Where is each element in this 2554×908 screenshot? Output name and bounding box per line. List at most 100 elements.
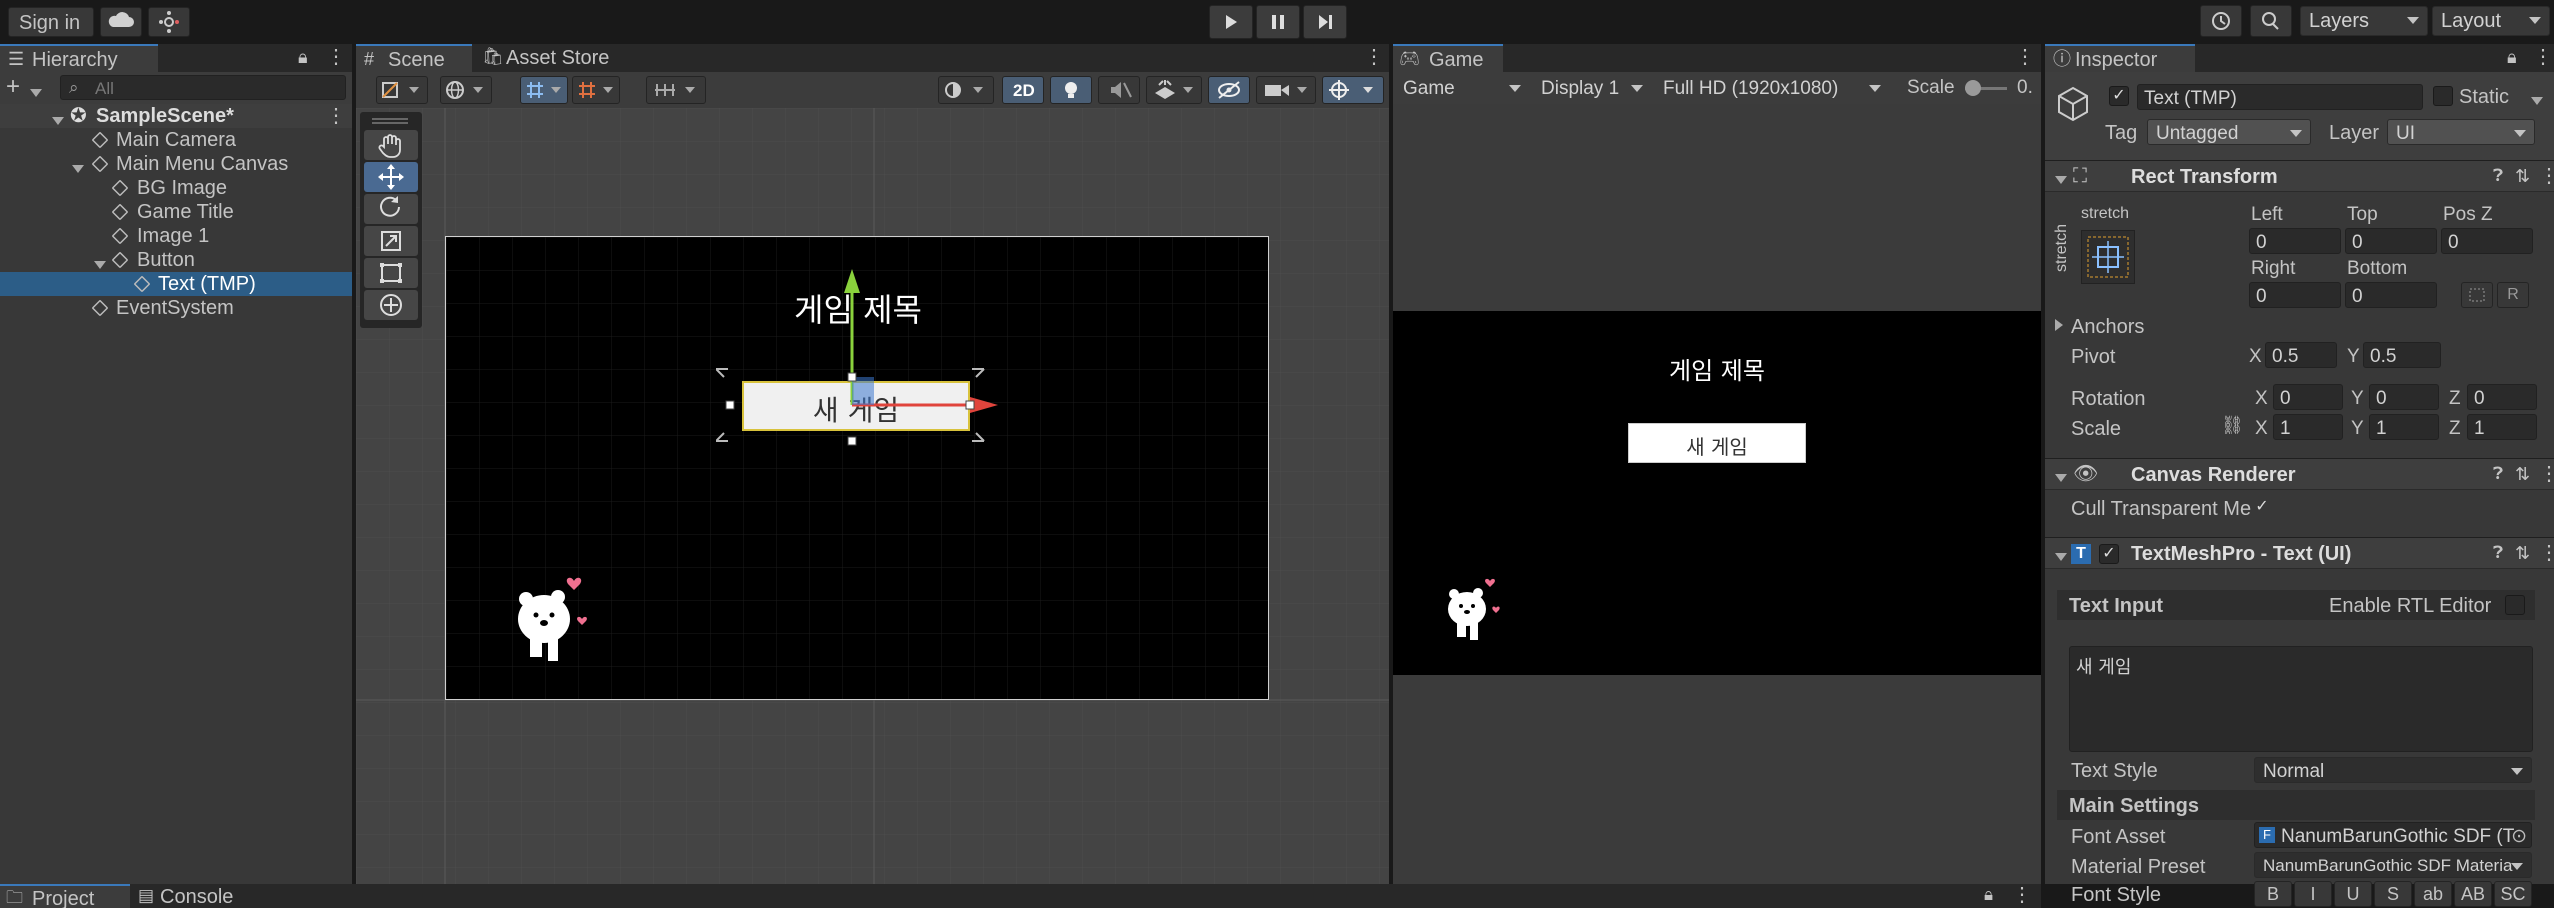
pivot-y-field[interactable]: 0.5 bbox=[2363, 342, 2441, 368]
display-dropdown[interactable]: Display 1 bbox=[1533, 75, 1651, 101]
bold-button[interactable]: B bbox=[2254, 881, 2292, 907]
scale-z-field[interactable]: 1 bbox=[2467, 414, 2537, 440]
help-icon[interactable]: ❓︎ bbox=[2493, 167, 2503, 184]
presets-icon[interactable]: ⇅ bbox=[2515, 167, 2530, 185]
left-field[interactable]: 0 bbox=[2249, 228, 2341, 254]
game-mode-dropdown[interactable]: Game bbox=[1395, 75, 1529, 101]
static-dropdown-arrow[interactable] bbox=[2531, 92, 2543, 110]
more-menu-icon[interactable]: ⋮ bbox=[1364, 47, 1384, 67]
rotate-tool-icon[interactable] bbox=[364, 194, 418, 224]
rotation-z-field[interactable]: 0 bbox=[2467, 384, 2537, 410]
move-gizmo[interactable] bbox=[716, 265, 1006, 475]
hidden-objects-icon[interactable] bbox=[1208, 76, 1250, 104]
add-icon[interactable]: + bbox=[6, 75, 20, 99]
game-render[interactable]: 게임 제목 새 게임 bbox=[1393, 311, 2041, 675]
scale-tool-icon[interactable] bbox=[364, 226, 418, 256]
collapse-arrow-icon[interactable] bbox=[2055, 469, 2067, 487]
lock-icon[interactable]: 🔒︎ bbox=[2507, 48, 2517, 66]
tab-game[interactable]: 🎮︎ Game bbox=[1393, 44, 1503, 72]
sign-in-button[interactable]: Sign in bbox=[8, 7, 94, 37]
rect-transform-header[interactable]: ⛶ Rect Transform ❓︎ ⇅ ⋮ bbox=[2045, 160, 2554, 192]
bear-mascot-image[interactable] bbox=[510, 573, 600, 669]
add-dropdown-icon[interactable] bbox=[30, 84, 42, 102]
pause-button[interactable] bbox=[1256, 5, 1300, 39]
static-checkbox[interactable] bbox=[2433, 86, 2453, 106]
history-icon[interactable] bbox=[2200, 5, 2242, 37]
tree-row-game-title[interactable]: Game Title bbox=[0, 200, 352, 224]
active-checkbox[interactable]: ✓ bbox=[2109, 86, 2129, 106]
collapse-arrow-icon[interactable] bbox=[2055, 548, 2067, 566]
step-button[interactable] bbox=[1303, 5, 1347, 39]
shading-icon[interactable] bbox=[938, 76, 994, 104]
right-field[interactable]: 0 bbox=[2249, 282, 2341, 308]
tag-dropdown[interactable]: Untagged bbox=[2147, 119, 2311, 145]
tree-row-main-camera[interactable]: Main Camera bbox=[0, 128, 352, 152]
expand-arrow-icon[interactable] bbox=[2055, 318, 2063, 336]
scene-canvas[interactable]: 게임 제목 새 게임 bbox=[445, 236, 1269, 700]
hierarchy-search-input[interactable]: ⌕ All bbox=[60, 75, 346, 100]
game-viewport[interactable]: 게임 제목 새 게임 bbox=[1393, 104, 2041, 884]
draw-mode-icon[interactable] bbox=[376, 76, 428, 104]
lock-icon[interactable]: 🔒︎ bbox=[1984, 886, 1993, 903]
tree-row-main-menu-canvas[interactable]: Main Menu Canvas bbox=[0, 152, 352, 176]
scale-slider[interactable] bbox=[1965, 80, 2007, 96]
camera-icon[interactable] bbox=[1256, 76, 1316, 104]
anchors-label[interactable]: Anchors bbox=[2071, 316, 2144, 339]
rect-tool-icon[interactable] bbox=[364, 258, 418, 288]
game-new-game-button[interactable]: 새 게임 bbox=[1628, 423, 1806, 463]
constrain-proportions-icon[interactable]: ⛓︎ bbox=[2221, 416, 2244, 434]
tab-console[interactable]: ▤ Console bbox=[134, 884, 274, 908]
smallcaps-button[interactable]: SC bbox=[2494, 881, 2532, 907]
lowercase-button[interactable]: ab bbox=[2414, 881, 2452, 907]
posz-field[interactable]: 0 bbox=[2441, 228, 2533, 254]
tree-row-bg-image[interactable]: BG Image bbox=[0, 176, 352, 200]
tree-row-event-system[interactable]: EventSystem bbox=[0, 296, 352, 320]
lock-icon[interactable]: 🔒︎ bbox=[298, 48, 308, 66]
more-menu-icon[interactable]: ⋮ bbox=[2012, 885, 2032, 905]
raw-edit-button[interactable]: R bbox=[2497, 282, 2529, 308]
grid-snap-icon[interactable] bbox=[520, 76, 568, 104]
help-icon[interactable]: ❓︎ bbox=[2493, 465, 2503, 482]
bottom-field[interactable]: 0 bbox=[2345, 282, 2437, 308]
tab-inspector[interactable]: ⓘ Inspector bbox=[2045, 44, 2195, 72]
more-menu-icon[interactable]: ⋮ bbox=[2539, 464, 2554, 484]
pivot-x-field[interactable]: 0.5 bbox=[2265, 342, 2337, 368]
rotation-y-field[interactable]: 0 bbox=[2369, 384, 2439, 410]
material-preset-dropdown[interactable]: NanumBarunGothic SDF Materia bbox=[2254, 852, 2532, 878]
top-field[interactable]: 0 bbox=[2345, 228, 2437, 254]
uppercase-button[interactable]: AB bbox=[2454, 881, 2492, 907]
more-menu-icon[interactable]: ⋮ bbox=[2539, 543, 2554, 563]
tree-row-button[interactable]: Button bbox=[0, 248, 352, 272]
presets-icon[interactable]: ⇅ bbox=[2515, 465, 2530, 483]
textmeshpro-header[interactable]: T ✓ TextMeshPro - Text (UI) ❓︎ ⇅ ⋮ bbox=[2045, 537, 2554, 569]
help-icon[interactable]: ❓︎ bbox=[2493, 544, 2503, 561]
globe-icon[interactable] bbox=[440, 76, 492, 104]
object-name-input[interactable]: Text (TMP) bbox=[2137, 84, 2423, 110]
tab-project[interactable]: 🗀︎ Project bbox=[0, 884, 130, 908]
hand-tool-icon[interactable] bbox=[364, 130, 418, 160]
more-menu-icon[interactable]: ⋮ bbox=[2539, 166, 2554, 186]
tree-row-scene[interactable]: ✪ SampleScene* ⋮ bbox=[0, 104, 352, 128]
gizmos-icon[interactable] bbox=[1322, 76, 1384, 104]
tmp-enabled-checkbox[interactable]: ✓ bbox=[2099, 544, 2119, 564]
strikethrough-button[interactable]: S bbox=[2374, 881, 2412, 907]
scale-y-field[interactable]: 1 bbox=[2369, 414, 2439, 440]
layer-dropdown[interactable]: UI bbox=[2387, 119, 2535, 145]
align-icon[interactable] bbox=[646, 76, 706, 104]
play-button[interactable] bbox=[1209, 5, 1253, 39]
presets-icon[interactable]: ⇅ bbox=[2515, 544, 2530, 562]
more-menu-icon[interactable]: ⋮ bbox=[2533, 47, 2553, 67]
more-menu-icon[interactable]: ⋮ bbox=[326, 47, 346, 67]
rotation-x-field[interactable]: 0 bbox=[2273, 384, 2343, 410]
effects-icon[interactable] bbox=[1146, 76, 1202, 104]
enable-rtl-checkbox[interactable] bbox=[2505, 595, 2525, 615]
anchor-preset-button[interactable] bbox=[2081, 230, 2135, 284]
2d-toggle-button[interactable]: 2D bbox=[1002, 76, 1044, 104]
tab-hierarchy[interactable]: ☰ Hierarchy bbox=[0, 44, 158, 72]
canvas-renderer-header[interactable]: 👁︎ Canvas Renderer ❓︎ ⇅ ⋮ bbox=[2045, 458, 2554, 490]
tab-scene[interactable]: # Scene bbox=[356, 44, 472, 72]
transform-tool-icon[interactable] bbox=[364, 290, 418, 320]
scene-viewport[interactable]: 게임 제목 새 게임 bbox=[356, 108, 1389, 884]
text-style-dropdown[interactable]: Normal bbox=[2254, 757, 2532, 783]
move-tool-icon[interactable] bbox=[364, 162, 418, 192]
